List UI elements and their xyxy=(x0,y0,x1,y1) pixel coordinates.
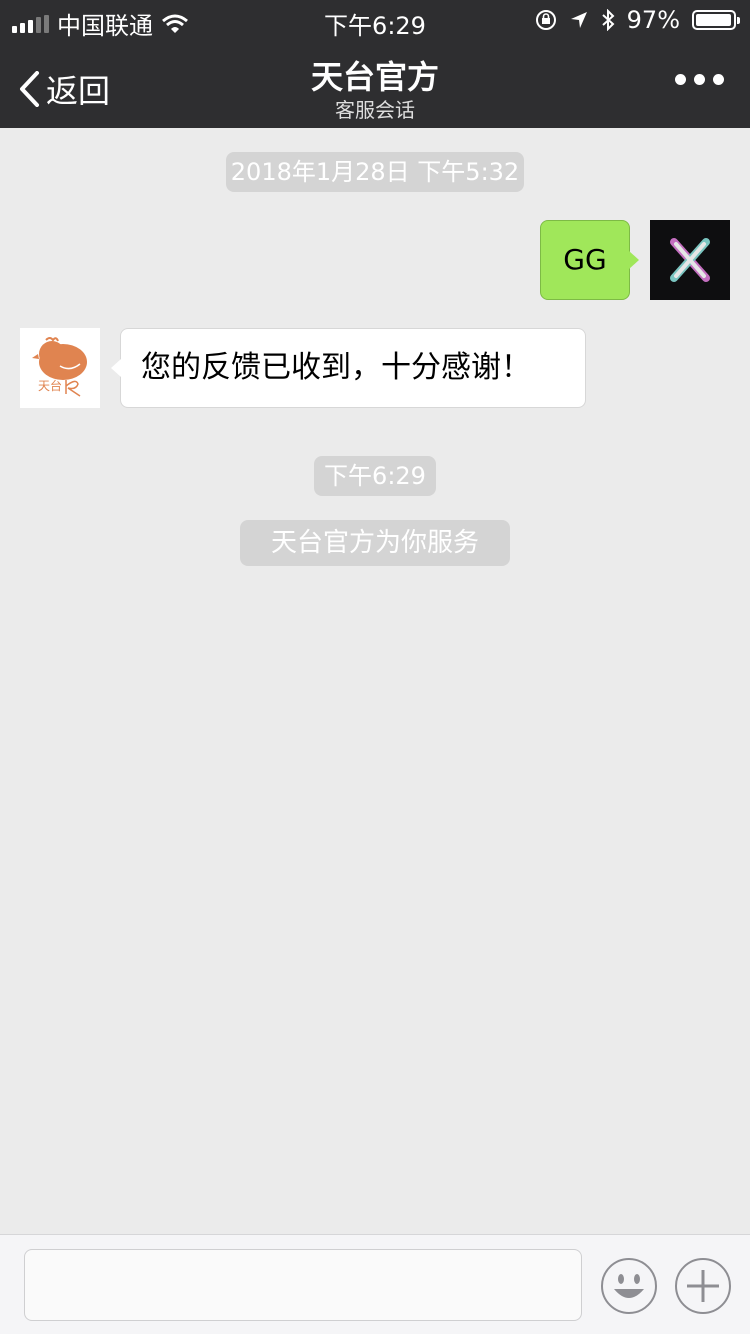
more-dots-icon[interactable] xyxy=(675,74,724,85)
x-logo-icon xyxy=(670,238,710,282)
nav-bar: 返回 天台官方 客服会话 xyxy=(0,40,750,128)
svg-text:天台: 天台 xyxy=(38,378,62,393)
sent-message-bubble[interactable]: GG xyxy=(540,220,639,300)
user-avatar[interactable] xyxy=(650,220,730,300)
status-bar: 中国联通 下午6:29 97% xyxy=(0,0,750,40)
orientation-lock-icon xyxy=(535,10,556,30)
system-notice: 天台官方为你服务 xyxy=(240,520,510,566)
received-message-bubble[interactable]: 您的反馈已收到，十分感谢！ xyxy=(111,328,586,408)
input-bar xyxy=(0,1234,750,1334)
battery-percent: 97% xyxy=(626,6,680,34)
battery-icon xyxy=(692,10,740,30)
official-avatar[interactable]: 天台 xyxy=(20,328,100,408)
timestamp-pill: 2018年1月28日 下午5:32 xyxy=(226,152,524,192)
bird-logo-icon: 天台 xyxy=(32,337,87,397)
plus-icon[interactable] xyxy=(674,1257,732,1315)
emoji-icon[interactable] xyxy=(600,1257,658,1315)
page-title: 天台官方 xyxy=(310,58,439,96)
location-arrow-icon xyxy=(570,12,587,28)
message-input[interactable] xyxy=(24,1249,582,1321)
bluetooth-icon xyxy=(601,9,615,31)
status-right: 97% xyxy=(535,6,740,34)
page-subtitle: 客服会话 xyxy=(335,98,415,122)
timestamp-pill-2: 下午6:29 xyxy=(314,456,436,496)
